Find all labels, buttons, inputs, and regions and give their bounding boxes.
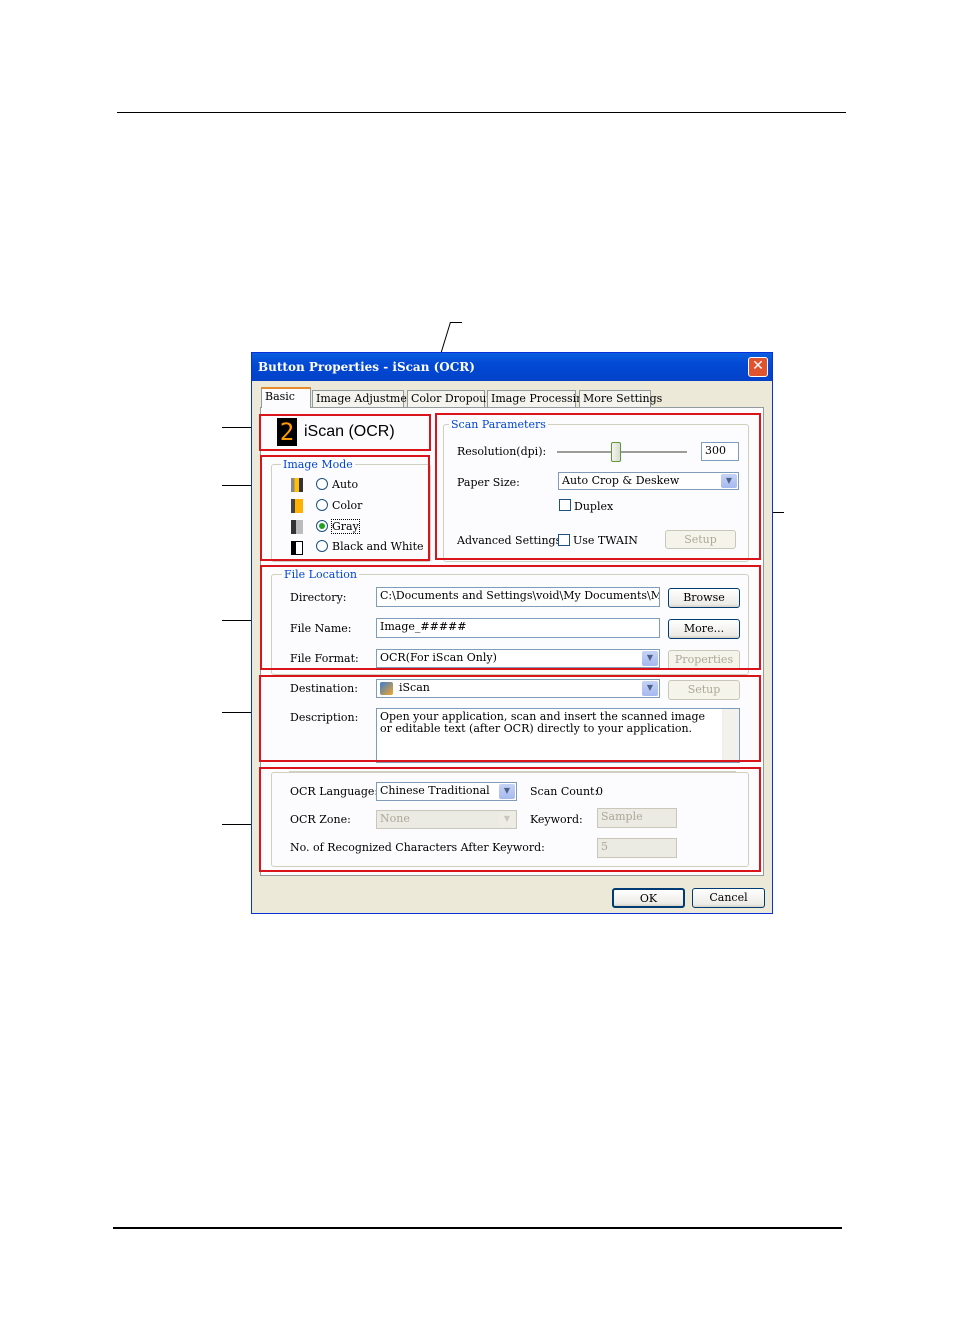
callout-box-file-location (260, 565, 761, 670)
close-icon: ✕ (752, 358, 764, 374)
close-button[interactable]: ✕ (748, 357, 768, 377)
tab-image-adjustment[interactable]: Image Adjustment (312, 390, 418, 407)
callout-box-scan-parameters (435, 413, 761, 560)
title-bar[interactable]: Button Properties - iScan (OCR) ✕ (252, 353, 772, 381)
tab-basic[interactable]: Basic (261, 387, 311, 408)
top-rule (117, 112, 846, 113)
dialog-title: Button Properties - iScan (OCR) (258, 360, 475, 374)
tab-image-processing[interactable]: Image Processing (487, 390, 590, 407)
tab-color-dropout[interactable]: Color Dropout (407, 390, 491, 407)
tab-more-settings[interactable]: More Settings (579, 390, 662, 407)
callout-box-image-mode (260, 455, 430, 561)
callout-box-ocr (259, 767, 761, 872)
callout-box-destination (259, 675, 761, 762)
ok-button[interactable]: OK (612, 888, 685, 908)
cancel-button[interactable]: Cancel (692, 888, 765, 908)
callout-line-title-tick (450, 322, 462, 323)
bottom-rule (113, 1227, 842, 1229)
callout-box-button-name (259, 414, 431, 451)
